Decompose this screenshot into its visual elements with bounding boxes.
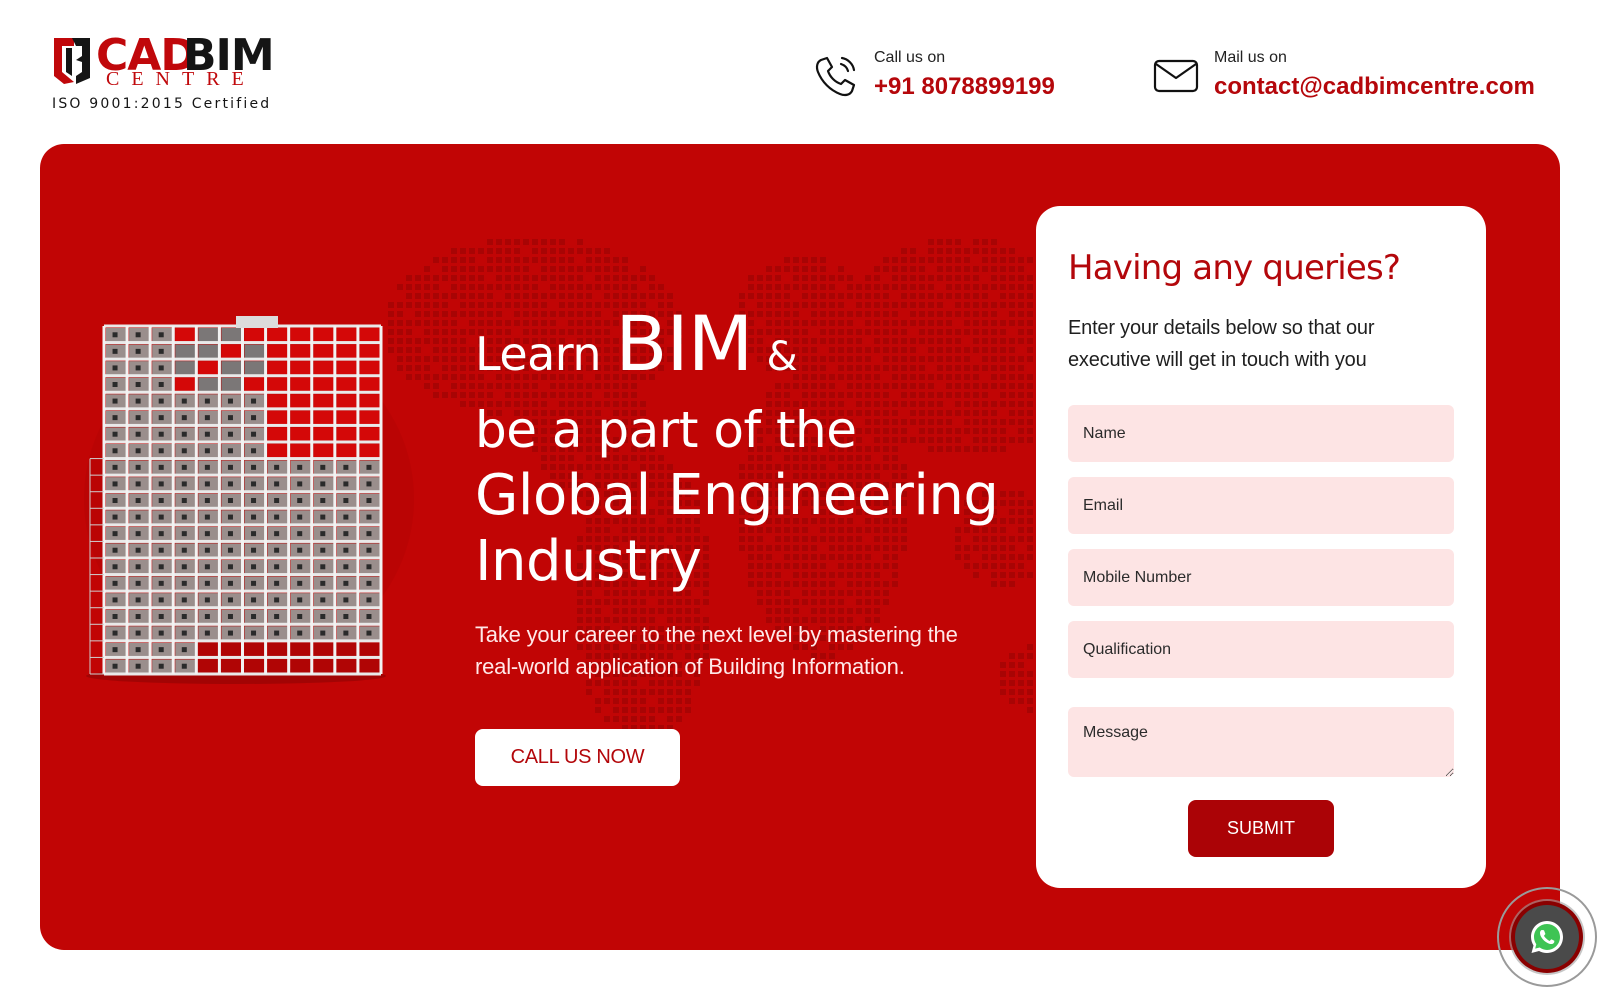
building-frame xyxy=(86,316,386,684)
submit-button[interactable]: SUBMIT xyxy=(1188,800,1334,857)
enquiry-form-card: Having any queries? Enter your details b… xyxy=(1036,206,1486,888)
form-description: Enter your details below so that our exe… xyxy=(1068,317,1375,371)
headline-ampersand: & xyxy=(766,334,798,380)
name-input[interactable] xyxy=(1068,405,1454,462)
headline-learn: Learn xyxy=(475,327,602,381)
headline-line-4: Industry xyxy=(475,529,702,594)
headline-line-2: be a part of the xyxy=(475,401,857,459)
message-textarea[interactable] xyxy=(1068,707,1454,777)
phone-icon xyxy=(815,56,856,97)
hero-banner: Learn BIM & be a part of the Global Engi… xyxy=(40,144,1560,950)
qualification-input[interactable] xyxy=(1068,621,1454,678)
headline-bim: BIM xyxy=(615,299,753,388)
call-us-now-button[interactable]: CALL US NOW xyxy=(475,729,680,786)
mail-contact[interactable]: Mail us on contact@cadbimcentre.com xyxy=(1152,48,1535,104)
mail-label: Mail us on xyxy=(1214,49,1287,66)
whatsapp-icon xyxy=(1531,921,1563,953)
submit-wrapper: SUBMIT xyxy=(1068,800,1454,857)
iso-certification: ISO 9001:2015 Certified xyxy=(52,96,272,112)
hero-text-block: Learn BIM & be a part of the Global Engi… xyxy=(475,304,1015,786)
mobile-number-input[interactable] xyxy=(1068,549,1454,606)
whatsapp-button[interactable] xyxy=(1515,905,1579,969)
site-header: CAD BIM CENTRE ISO 9001:2015 Certified C… xyxy=(0,0,1600,144)
phone-number-link[interactable]: +91 8078899199 xyxy=(874,70,1055,104)
enquiry-form: SUBMIT xyxy=(1068,405,1454,857)
logo-shield-icon xyxy=(54,38,90,84)
headline-line-3: Global Engineering xyxy=(475,463,999,528)
email-link[interactable]: contact@cadbimcentre.com xyxy=(1214,70,1535,104)
cadbim-logo[interactable]: CAD BIM CENTRE ISO 9001:2015 Certified xyxy=(50,30,275,115)
phone-label: Call us on xyxy=(874,49,946,66)
hero-subtext: Take your career to the next level by ma… xyxy=(475,622,958,679)
hero-headline: Learn BIM & be a part of the Global Engi… xyxy=(475,304,1015,595)
phone-contact[interactable]: Call us on +91 8078899199 xyxy=(812,48,1055,104)
email-input[interactable] xyxy=(1068,477,1454,534)
logo-centre-text: CENTRE xyxy=(106,68,256,90)
form-title: Having any queries? xyxy=(1068,248,1401,288)
building-structure-illustration xyxy=(86,316,386,684)
mail-icon xyxy=(1153,59,1199,93)
